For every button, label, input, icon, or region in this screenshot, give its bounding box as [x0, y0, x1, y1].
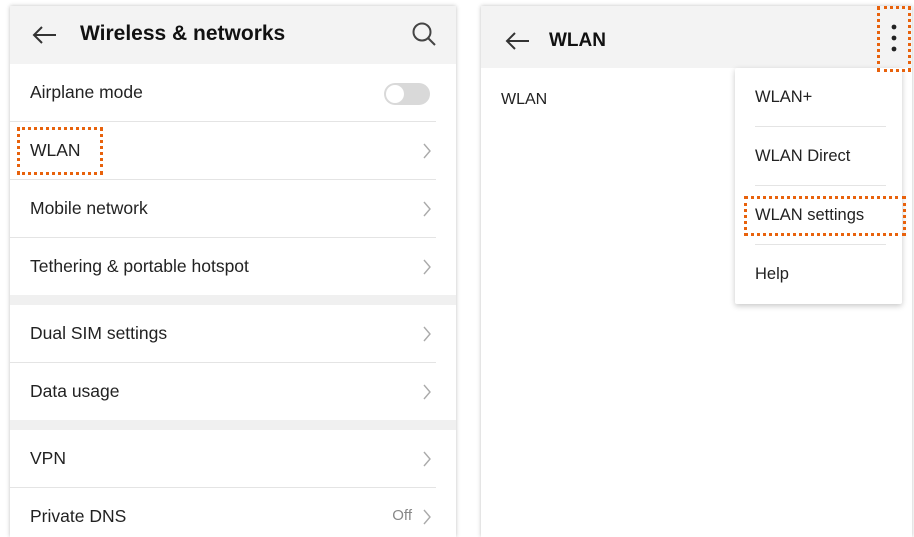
- chevron-right-icon: [423, 384, 431, 400]
- wireless-networks-screen: Wireless & networks Airplane mode WLAN M…: [10, 6, 456, 537]
- settings-row-data-usage[interactable]: Data usage: [10, 363, 436, 420]
- arrow-left-icon[interactable]: [30, 20, 60, 50]
- toggle-knob: [386, 85, 404, 103]
- chevron-right-icon: [423, 201, 431, 217]
- chevron-right-icon: [423, 509, 431, 525]
- settings-row-label: Mobile network: [30, 198, 148, 218]
- private-dns-value: Off: [392, 507, 412, 524]
- section-divider: [10, 295, 456, 305]
- page-title: WLAN: [549, 30, 606, 51]
- settings-row-tethering[interactable]: Tethering & portable hotspot: [10, 238, 436, 295]
- more-menu-highlight-box: [877, 6, 911, 72]
- settings-row-vpn[interactable]: VPN: [10, 430, 436, 488]
- settings-row-label: VPN: [30, 448, 66, 468]
- app-bar: Wireless & networks: [10, 6, 456, 64]
- wlan-screen: WLAN WLAN WLAN+ WLAN Direct WLAN setting…: [481, 6, 912, 537]
- settings-row-label: Data usage: [30, 381, 120, 401]
- overflow-menu: WLAN+ WLAN Direct WLAN settings Help: [735, 68, 902, 304]
- settings-row-dual-sim[interactable]: Dual SIM settings: [10, 305, 436, 363]
- airplane-mode-toggle[interactable]: [384, 83, 430, 105]
- chevron-right-icon: [423, 259, 431, 275]
- section-divider: [10, 420, 456, 430]
- wlan-switch-label: WLAN: [501, 91, 548, 108]
- page-title: Wireless & networks: [80, 22, 286, 45]
- search-icon[interactable]: [410, 20, 438, 48]
- settings-row-mobile-network[interactable]: Mobile network: [10, 180, 436, 238]
- settings-row-private-dns[interactable]: Private DNS Off: [10, 488, 436, 537]
- wlan-settings-highlight-box: [744, 196, 906, 236]
- settings-row-label: Dual SIM settings: [30, 323, 168, 343]
- settings-row-label: Airplane mode: [30, 82, 143, 102]
- app-bar: WLAN: [481, 6, 912, 68]
- settings-row-airplane-mode[interactable]: Airplane mode: [10, 64, 436, 122]
- arrow-left-icon[interactable]: [503, 26, 533, 56]
- menu-item-wlan-plus[interactable]: WLAN+: [755, 68, 886, 127]
- menu-item-help[interactable]: Help: [755, 245, 886, 303]
- chevron-right-icon: [423, 326, 431, 342]
- settings-row-label: Tethering & portable hotspot: [30, 256, 249, 276]
- settings-row-label: Private DNS: [30, 506, 127, 526]
- chevron-right-icon: [423, 143, 431, 159]
- menu-item-wlan-direct[interactable]: WLAN Direct: [755, 127, 886, 186]
- chevron-right-icon: [423, 451, 431, 467]
- wlan-highlight-box: [17, 127, 103, 175]
